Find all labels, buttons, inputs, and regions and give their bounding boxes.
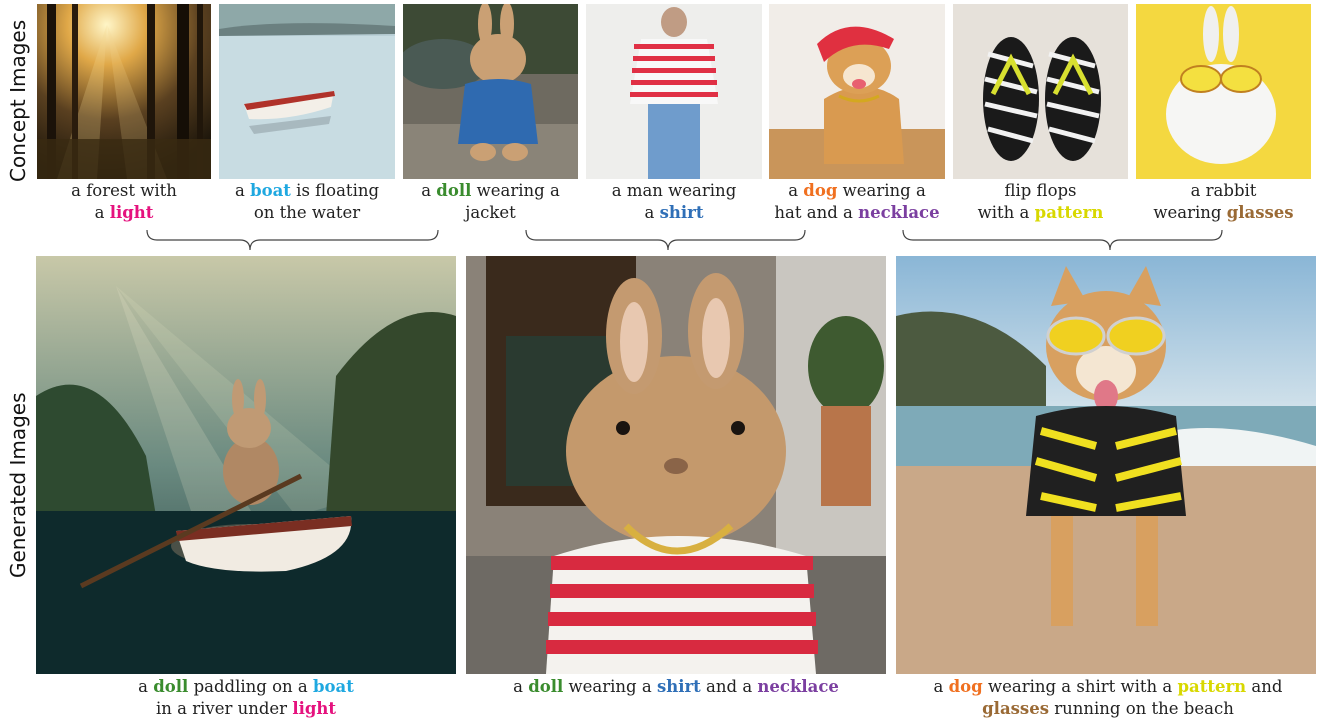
- concept-caption-rabbit: a rabbit wearing glasses: [1153, 181, 1294, 222]
- keyword-dog: dog: [948, 677, 983, 696]
- concept-caption-flip-flops: flip flops with a pattern: [977, 181, 1104, 222]
- keyword-dog: dog: [803, 181, 838, 200]
- keyword-shirt: shirt: [656, 677, 701, 696]
- keyword-pattern: pattern: [1177, 677, 1247, 696]
- generated-caption-doll-boat: a doll paddling on a boat in a river und…: [138, 677, 354, 718]
- keyword-necklace: necklace: [757, 677, 839, 696]
- keyword-boat: boat: [312, 677, 354, 696]
- keyword-glasses: glasses: [982, 699, 1050, 718]
- keyword-light: light: [292, 699, 337, 718]
- keyword-pattern: pattern: [1034, 203, 1104, 222]
- concept-caption-boat: a boat is floating on the water: [234, 181, 380, 222]
- keyword-shirt: shirt: [659, 203, 704, 222]
- keyword-glasses: glasses: [1226, 203, 1294, 222]
- concept-images-label: Concept Images: [6, 19, 30, 182]
- keyword-doll: doll: [153, 677, 189, 696]
- generated-image-dog-beach: [896, 256, 1316, 674]
- generated-image-doll-shirt: [466, 256, 886, 674]
- concept-image-rabbit: [1136, 4, 1311, 179]
- grouping-braces: [146, 229, 1223, 251]
- keyword-boat: boat: [250, 181, 291, 200]
- concept-caption-forest: a forest with a light: [71, 181, 177, 222]
- concept-image-forest: [37, 4, 211, 179]
- generated-caption-dog-beach: a dog wearing a shirt with a pattern and…: [933, 677, 1283, 718]
- concept-image-boat: [219, 4, 395, 179]
- concept-caption-doll: a doll wearing a jacket: [421, 181, 560, 222]
- generated-images-label: Generated Images: [6, 392, 30, 578]
- keyword-doll: doll: [436, 181, 472, 200]
- generated-caption-doll-shirt: a doll wearing a shirt and a necklace: [513, 677, 839, 696]
- generated-image-doll-boat: [36, 256, 456, 674]
- concept-image-man-shirt: [586, 4, 762, 179]
- concept-caption-man-shirt: a man wearing a shirt: [611, 181, 737, 222]
- concept-caption-dog: a dog wearing a hat and a necklace: [774, 181, 940, 222]
- keyword-doll: doll: [528, 677, 564, 696]
- concept-image-flip-flops: [953, 4, 1128, 179]
- concept-image-dog: [769, 4, 945, 179]
- concept-image-doll: [403, 4, 578, 179]
- keyword-necklace: necklace: [858, 203, 940, 222]
- keyword-light: light: [109, 203, 154, 222]
